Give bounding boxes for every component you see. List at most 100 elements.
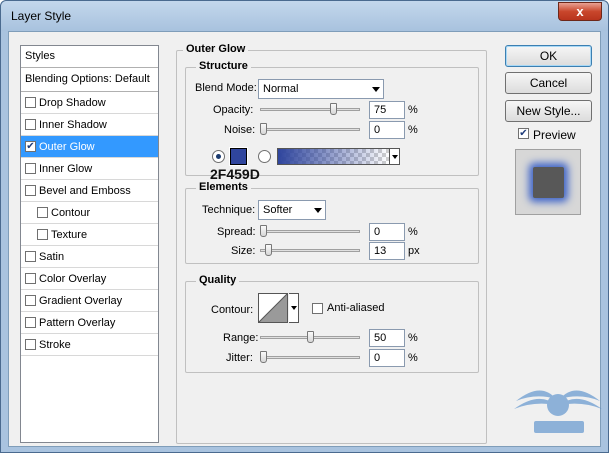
style-item-label: Gradient Overlay (39, 295, 123, 307)
style-item[interactable]: Inner Glow (21, 158, 158, 180)
contour-label: Contour: (211, 304, 254, 316)
contour-dropdown-arrow[interactable] (289, 293, 299, 323)
window-title: Layer Style (11, 9, 72, 23)
opacity-field[interactable]: 75 (369, 101, 405, 119)
jitter-unit: % (408, 352, 418, 364)
ok-button[interactable]: OK (505, 45, 592, 67)
structure-group: Structure Blend Mode: Normal Opacity: 75… (185, 60, 479, 182)
chevron-down-icon (372, 87, 380, 92)
color-radio[interactable] (212, 150, 225, 163)
quality-group: Quality Contour: Anti-aliased Range: 50 … (185, 274, 479, 373)
spread-unit: % (408, 226, 418, 238)
spread-label: Spread: (217, 226, 256, 238)
glow-color-swatch[interactable] (229, 147, 248, 166)
preview-swatch (533, 167, 564, 198)
style-item[interactable]: Pattern Overlay (21, 312, 158, 334)
range-slider-thumb[interactable] (306, 331, 314, 343)
jitter-slider[interactable] (260, 356, 360, 359)
noise-field[interactable]: 0 (369, 121, 405, 139)
range-label: Range: (223, 332, 259, 344)
elements-title: Elements (196, 181, 251, 193)
size-label: Size: (231, 245, 256, 257)
preview-thumbnail (515, 149, 581, 215)
style-item[interactable]: ✔ Outer Glow (21, 136, 158, 158)
elements-group: Elements Technique: Softer Spread: 0 % S… (185, 181, 479, 264)
style-item-checkbox[interactable] (25, 97, 36, 108)
close-icon: x (576, 4, 584, 19)
range-field[interactable]: 50 (369, 329, 405, 347)
style-item-label: Satin (39, 251, 65, 263)
cancel-button[interactable]: Cancel (505, 72, 592, 94)
style-item-checkbox[interactable] (25, 273, 36, 284)
close-button[interactable]: x (558, 2, 602, 21)
blending-options-item[interactable]: Blending Options: Default (21, 68, 158, 92)
style-item[interactable]: Stroke (21, 334, 158, 356)
gradient-radio[interactable] (258, 150, 271, 163)
style-item-checkbox[interactable] (25, 119, 36, 130)
noise-slider-thumb[interactable] (260, 123, 267, 135)
new-style-button[interactable]: New Style... (505, 100, 592, 122)
style-item-label: Texture (51, 229, 88, 241)
chevron-down-icon (314, 208, 322, 213)
preview-checkbox[interactable]: ✔ (518, 128, 529, 139)
anti-aliased-label: Anti-aliased (327, 302, 385, 314)
style-item-checkbox[interactable]: ✔ (25, 141, 36, 152)
style-item-checkbox[interactable] (25, 251, 36, 262)
noise-label: Noise: (224, 124, 256, 136)
style-item-checkbox[interactable] (37, 229, 48, 240)
anti-aliased-checkbox[interactable] (312, 303, 323, 314)
size-slider[interactable] (260, 249, 360, 252)
spread-field[interactable]: 0 (369, 223, 405, 241)
style-item-label: Drop Shadow (39, 97, 106, 109)
gradient-dropdown-arrow[interactable] (389, 148, 400, 165)
style-item-label: Outer Glow (39, 141, 95, 153)
style-item-checkbox[interactable] (25, 295, 36, 306)
technique-value: Softer (263, 204, 293, 216)
jitter-label: Jitter: (226, 352, 253, 364)
glow-gradient-picker[interactable] (277, 148, 390, 165)
preview-label: Preview (533, 128, 576, 142)
style-item[interactable]: Inner Shadow (21, 114, 158, 136)
style-item-label: Inner Glow (39, 163, 93, 175)
layer-style-dialog: Layer Style x Styles Blending Options: D… (0, 0, 609, 453)
opacity-slider-thumb[interactable] (329, 103, 337, 115)
style-item-checkbox[interactable] (37, 207, 48, 218)
spread-slider-thumb[interactable] (260, 225, 267, 237)
style-item[interactable]: Color Overlay (21, 268, 158, 290)
size-unit: px (408, 245, 420, 257)
style-item-label: Color Overlay (39, 273, 107, 285)
noise-slider[interactable] (260, 128, 360, 131)
style-item-checkbox[interactable] (25, 339, 36, 350)
style-item-checkbox[interactable] (25, 185, 36, 196)
size-slider-thumb[interactable] (264, 244, 272, 256)
glow-color-hex: 2F459D (210, 166, 260, 182)
contour-picker[interactable] (258, 293, 288, 323)
jitter-slider-thumb[interactable] (260, 351, 267, 363)
outer-glow-title: Outer Glow (183, 43, 249, 55)
styles-header[interactable]: Styles (21, 46, 158, 68)
style-item[interactable]: Gradient Overlay (21, 290, 158, 312)
quality-title: Quality (196, 274, 240, 286)
style-item[interactable]: Bevel and Emboss (21, 180, 158, 202)
style-item-label: Bevel and Emboss (39, 185, 131, 197)
spread-slider[interactable] (260, 230, 360, 233)
style-item-checkbox[interactable] (25, 317, 36, 328)
title-bar[interactable]: Layer Style x (1, 1, 608, 31)
style-item-label: Pattern Overlay (39, 317, 116, 329)
style-item[interactable]: Satin (21, 246, 158, 268)
style-item-label: Stroke (39, 339, 71, 351)
style-item[interactable]: Texture (21, 224, 158, 246)
opacity-unit: % (408, 104, 418, 116)
noise-unit: % (408, 124, 418, 136)
jitter-field[interactable]: 0 (369, 349, 405, 367)
style-item-checkbox[interactable] (25, 163, 36, 174)
size-field[interactable]: 13 (369, 242, 405, 260)
blend-mode-select[interactable]: Normal (258, 79, 384, 99)
style-item[interactable]: Contour (21, 202, 158, 224)
technique-select[interactable]: Softer (258, 200, 326, 220)
style-item[interactable]: Drop Shadow (21, 92, 158, 114)
technique-label: Technique: (202, 204, 256, 216)
style-item-label: Contour (51, 207, 91, 219)
opacity-slider[interactable] (260, 108, 360, 111)
styles-list: Styles Blending Options: Default Drop Sh… (20, 45, 159, 443)
